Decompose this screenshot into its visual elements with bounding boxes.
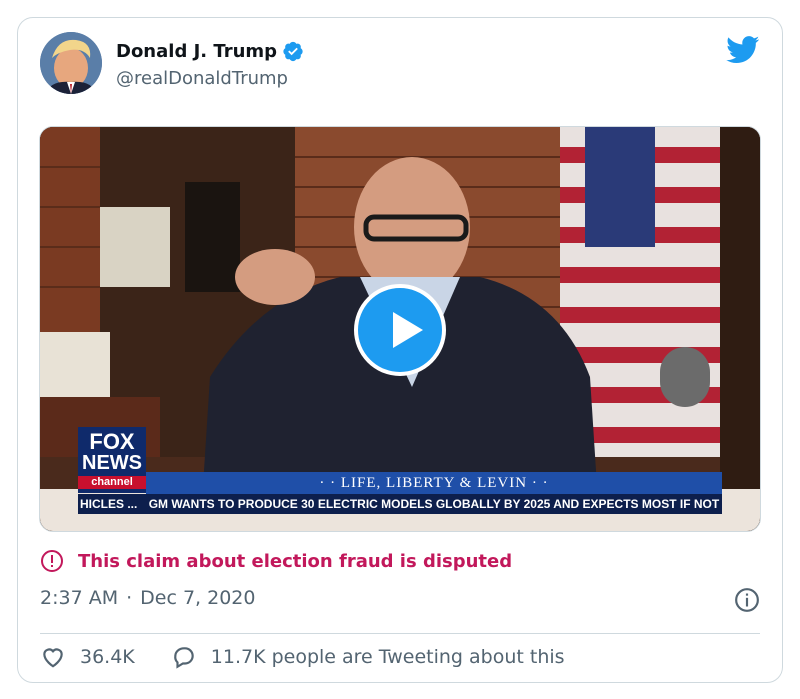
user-handle[interactable]: @realDonaldTrump <box>116 68 288 89</box>
show-banner: · · LIFE, LIBERTY & LEVIN · · <box>146 472 722 494</box>
logo-line-channel: channel <box>78 476 146 489</box>
avatar-image <box>40 32 102 94</box>
video-player[interactable]: FOX NEWS channel · · LIFE, LIBERTY & LEV… <box>39 126 761 532</box>
verified-badge-icon <box>283 41 303 62</box>
tweet-date: Dec 7, 2020 <box>140 587 256 609</box>
tweet-actions: 36.4K 11.7K people are Tweeting about th… <box>40 644 565 670</box>
speech-bubble-icon <box>173 647 194 669</box>
exclamation-circle-icon <box>41 550 63 572</box>
tweet-timestamp[interactable]: 2:37 AM · Dec 7, 2020 <box>40 587 255 609</box>
ticker-text: GM WANTS TO PRODUCE 30 ELECTRIC MODELS G… <box>148 497 720 511</box>
disputed-claim-label[interactable]: This claim about election fraud is dispu… <box>40 549 512 573</box>
logo-line-news: NEWS <box>82 452 142 474</box>
fox-news-logo: FOX NEWS channel <box>78 427 146 493</box>
tweet-header: Donald J. Trump @realDonaldTrump <box>40 32 762 102</box>
disputed-claim-text[interactable]: This claim about election fraud is dispu… <box>78 551 512 572</box>
conversation-link[interactable]: 11.7K people are Tweeting about this <box>171 644 565 670</box>
play-icon[interactable] <box>354 284 446 376</box>
like-count: 36.4K <box>80 646 135 668</box>
tweet-card[interactable]: Donald J. Trump @realDonaldTrump FOX NEW… <box>17 17 783 683</box>
ticker-prefix: HICLES ... <box>80 497 138 511</box>
name-row: Donald J. Trump <box>116 40 304 62</box>
like-button[interactable]: 36.4K <box>40 644 135 670</box>
tweet-time: 2:37 AM <box>40 587 119 609</box>
news-ticker: HICLES ... GM WANTS TO PRODUCE 30 ELECTR… <box>78 494 722 514</box>
timestamp-separator: · <box>126 587 133 609</box>
heart-icon <box>43 648 63 668</box>
avatar[interactable] <box>40 32 102 94</box>
logo-line-fox: FOX <box>89 429 135 454</box>
twitter-bird-icon[interactable] <box>726 36 760 64</box>
conversation-text: 11.7K people are Tweeting about this <box>210 646 565 668</box>
divider <box>40 633 760 634</box>
info-icon[interactable] <box>734 587 760 613</box>
display-name[interactable]: Donald J. Trump <box>116 41 277 62</box>
